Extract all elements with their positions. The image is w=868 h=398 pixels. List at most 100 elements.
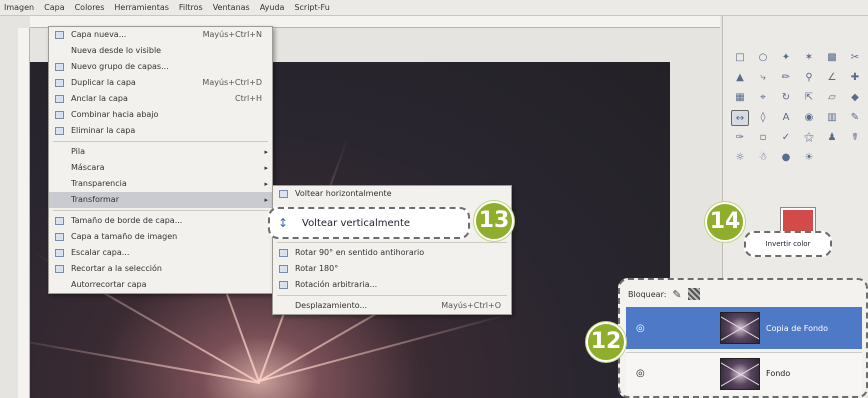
- flip-vertical-callout[interactable]: ↕ Voltear verticalmente: [268, 207, 470, 239]
- fuzzy-select-icon[interactable]: ✶: [800, 50, 818, 66]
- menu-script-fu[interactable]: Script-Fu: [294, 3, 329, 12]
- menu-item-rotate-90-ccw[interactable]: Rotar 90° en sentido antihorario: [273, 245, 511, 261]
- airbrush-icon[interactable]: ✓: [777, 130, 795, 146]
- menubar: Imagen Capa Colores Herramientas Filtros…: [0, 0, 868, 16]
- scale-tool-icon[interactable]: ⇱: [800, 90, 818, 106]
- crop-tool-icon[interactable]: ⌖: [754, 90, 772, 106]
- clone-icon[interactable]: ♟: [823, 130, 841, 146]
- menu-ventanas[interactable]: Ventanas: [213, 3, 250, 12]
- menu-item-new-layer-group[interactable]: Nuevo grupo de capas...: [49, 59, 272, 75]
- shortcut-label: Mayús+Ctrl+D: [202, 78, 262, 87]
- menu-item-offset[interactable]: Desplazamiento... Mayús+Ctrl+O: [273, 298, 511, 314]
- merge-icon: [55, 111, 64, 119]
- menu-item-delete-layer[interactable]: Eliminar la capa: [49, 123, 272, 139]
- menu-item-label: Nueva desde lo visible: [71, 46, 162, 55]
- pencil-icon[interactable]: ✎: [846, 110, 864, 126]
- menu-item-label: Transformar: [71, 195, 119, 204]
- blend-icon[interactable]: ▥: [823, 110, 841, 126]
- crop-icon: [55, 265, 64, 273]
- paintbrush-icon[interactable]: ✑: [731, 130, 749, 146]
- layer-row-selected[interactable]: ◎ Copia de Fondo: [626, 307, 862, 349]
- menu-item-layer-boundary-size[interactable]: Tamaño de borde de capa...: [49, 213, 272, 229]
- bucket-fill-icon[interactable]: ◉: [800, 110, 818, 126]
- menu-item-arbitrary-rotation[interactable]: Rotación arbitraria...: [273, 277, 511, 293]
- shear-tool-icon[interactable]: ▱: [823, 90, 841, 106]
- dodge-burn-icon[interactable]: ☃: [754, 150, 772, 166]
- submenu-mask[interactable]: Máscara ▸: [49, 160, 272, 176]
- paths-icon[interactable]: ⤷: [754, 70, 772, 86]
- menu-item-new-from-visible[interactable]: Nueva desde lo visible: [49, 43, 272, 59]
- chevron-right-icon: ▸: [264, 148, 268, 156]
- resize-icon: [55, 217, 64, 225]
- menu-filtros[interactable]: Filtros: [179, 3, 203, 12]
- vertical-ruler: [18, 28, 30, 398]
- duplicate-icon: [55, 79, 64, 87]
- text-tool-icon[interactable]: A: [777, 110, 795, 126]
- rotate-tool-icon[interactable]: ↻: [777, 90, 795, 106]
- submenu-stack[interactable]: Pila ▸: [49, 144, 272, 160]
- anchor-icon: [55, 95, 64, 103]
- menu-item-autocrop-layer[interactable]: Autorrecortar capa: [49, 277, 272, 293]
- menu-item-crop-to-selection[interactable]: Recortar a la selección: [49, 261, 272, 277]
- menu-item-scale-layer[interactable]: Escalar capa...: [49, 245, 272, 261]
- lock-alpha-icon[interactable]: [687, 288, 700, 300]
- menu-item-duplicate-layer[interactable]: Duplicar la capa Mayús+Ctrl+D: [49, 75, 272, 91]
- ink-icon[interactable]: ⚝: [800, 130, 818, 146]
- tooltip-callout: Invertir color: [744, 231, 832, 257]
- scissors-icon[interactable]: ✂: [846, 50, 864, 66]
- menu-colores[interactable]: Colores: [75, 3, 105, 12]
- color-select-icon[interactable]: ▩: [823, 50, 841, 66]
- rect-select-icon[interactable]: □: [731, 50, 749, 66]
- move-icon[interactable]: ✚: [846, 70, 864, 86]
- layers-panel: Bloquear: ✎ ◎ Copia de Fondo ◎ Fondo: [618, 278, 868, 398]
- menu-capa[interactable]: Capa: [44, 3, 64, 12]
- menu-item-label: Nuevo grupo de capas...: [71, 62, 169, 71]
- foreground-select-icon[interactable]: ▲: [731, 70, 749, 86]
- menu-item-label: Duplicar la capa: [71, 78, 136, 87]
- menu-ayuda[interactable]: Ayuda: [260, 3, 285, 12]
- menu-item-layer-to-image-size[interactable]: Capa a tamaño de imagen: [49, 229, 272, 245]
- layer-row[interactable]: ◎ Fondo: [626, 352, 862, 394]
- step-badge-14: 14: [705, 202, 745, 242]
- ellipse-select-icon[interactable]: ○: [754, 50, 772, 66]
- smudge-icon[interactable]: ☼: [731, 150, 749, 166]
- zoom-icon[interactable]: ⚲: [800, 70, 818, 86]
- rotate-ccw-icon: [279, 249, 288, 257]
- measure-icon[interactable]: ∠: [823, 70, 841, 86]
- submenu-transparency[interactable]: Transparencia ▸: [49, 176, 272, 192]
- step-badge-12: 12: [586, 322, 626, 362]
- layer-menu: Capa nueva... Mayús+Ctrl+N Nueva desde l…: [48, 26, 273, 294]
- eye-icon[interactable]: ◎: [636, 368, 650, 379]
- menu-item-flip-horizontal[interactable]: Voltear horizontalmente: [273, 186, 511, 202]
- layer-name[interactable]: Fondo: [766, 369, 790, 378]
- menu-item-label: Pila: [71, 147, 85, 156]
- eraser-icon[interactable]: ▫: [754, 130, 772, 146]
- cage-tool-icon[interactable]: ◊: [754, 110, 772, 126]
- menu-item-label: Máscara: [71, 163, 105, 172]
- menu-item-rotate-180[interactable]: Rotar 180°: [273, 261, 511, 277]
- menu-herramientas[interactable]: Herramientas: [114, 3, 169, 12]
- shortcut-label: Mayús+Ctrl+N: [202, 30, 262, 39]
- free-select-icon[interactable]: ✦: [777, 50, 795, 66]
- menu-item-anchor-layer[interactable]: Anclar la capa Ctrl+H: [49, 91, 272, 107]
- chevron-right-icon: ▸: [264, 164, 268, 172]
- perspective-icon[interactable]: ◆: [846, 90, 864, 106]
- menu-separator: [53, 141, 268, 142]
- menu-item-label: Rotar 180°: [295, 264, 339, 273]
- heal-icon[interactable]: ☤: [846, 130, 864, 146]
- submenu-transform[interactable]: Transformar ▸: [49, 192, 272, 208]
- layer-name[interactable]: Copia de Fondo: [766, 324, 828, 333]
- menu-imagen[interactable]: Imagen: [4, 3, 34, 12]
- color-picker-icon[interactable]: ✏: [777, 70, 795, 86]
- lock-pixels-icon[interactable]: ✎: [672, 288, 681, 301]
- flip-horizontal-icon: [279, 190, 288, 198]
- blur-icon[interactable]: ●: [777, 150, 795, 166]
- flip-tool-icon[interactable]: ↔: [731, 110, 749, 126]
- menu-item-merge-down[interactable]: Combinar hacia abajo: [49, 107, 272, 123]
- menu-item-new-layer[interactable]: Capa nueva... Mayús+Ctrl+N: [49, 27, 272, 43]
- menu-item-label: Transparencia: [71, 179, 127, 188]
- layer-thumbnail: [720, 312, 760, 344]
- align-icon[interactable]: ▦: [731, 90, 749, 106]
- eye-icon[interactable]: ◎: [636, 323, 650, 334]
- dodge-icon[interactable]: ☀: [800, 150, 818, 166]
